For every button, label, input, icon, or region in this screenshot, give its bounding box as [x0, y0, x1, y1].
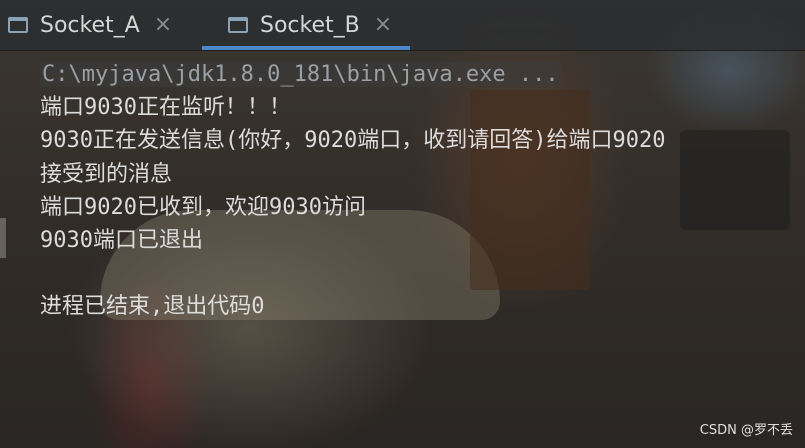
- console-exit-line: 进程已结束,退出代码0: [40, 294, 265, 320]
- tab-socket-a[interactable]: Socket_A ×: [8, 0, 172, 50]
- console-line: 端口9020已收到，欢迎9030访问: [40, 194, 366, 220]
- close-icon[interactable]: ×: [154, 14, 172, 36]
- tab-socket-b[interactable]: Socket_B ×: [202, 0, 411, 50]
- console-window-icon: [228, 17, 248, 33]
- console-window-icon: [8, 17, 28, 33]
- tab-label: Socket_A: [40, 12, 140, 38]
- scrollbar-marker[interactable]: [0, 218, 6, 258]
- command-text: C:\myjava\jdk1.8.0_181\bin\java.exe ...: [40, 62, 561, 87]
- console-output: C:\myjava\jdk1.8.0_181\bin\java.exe ... …: [40, 58, 800, 324]
- console-line: 9030端口已退出: [40, 227, 203, 253]
- console-line: 9030正在发送信息(你好，9020端口，收到请回答)给端口9020: [40, 128, 666, 154]
- close-icon[interactable]: ×: [374, 14, 392, 36]
- watermark: CSDN @罗不丢: [699, 423, 793, 438]
- tab-label: Socket_B: [260, 12, 360, 38]
- console-line: 端口9030正在监听！！！: [40, 95, 291, 121]
- console-command-line: C:\myjava\jdk1.8.0_181\bin\java.exe ...: [40, 58, 800, 91]
- tab-bar: Socket_A × Socket_B ×: [0, 0, 805, 51]
- console-line: 接受到的消息: [40, 161, 173, 187]
